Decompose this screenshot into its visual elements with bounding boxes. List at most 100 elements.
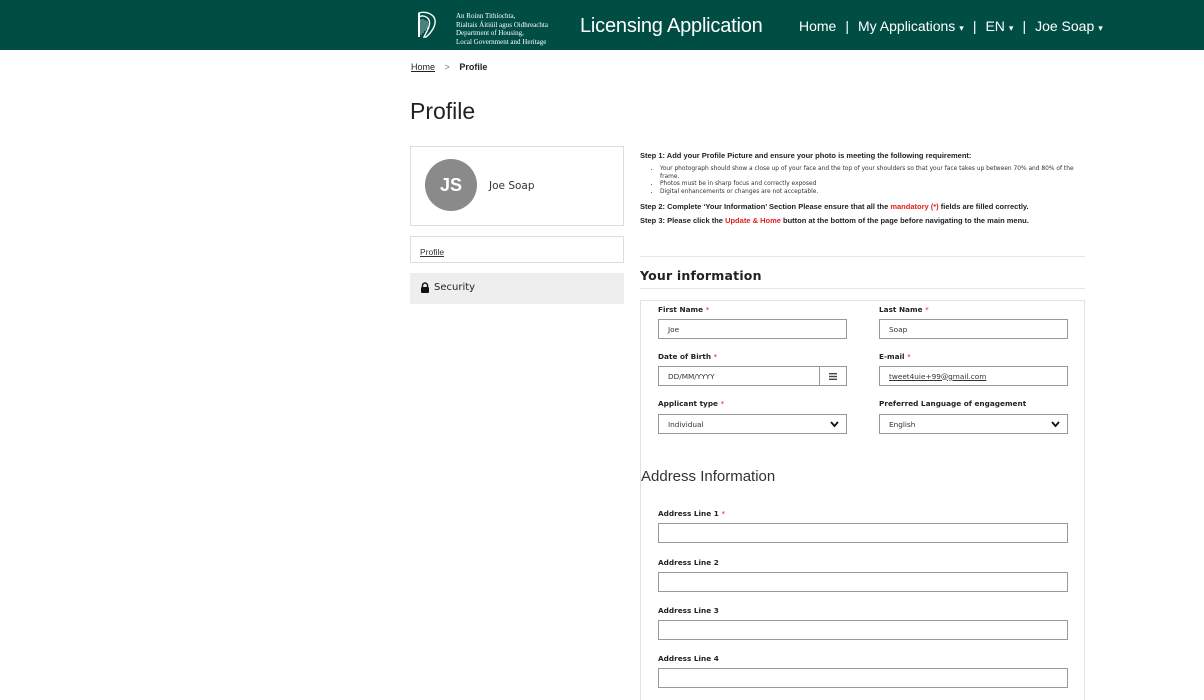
address-information-title: Address Information xyxy=(641,468,776,485)
dept-line-3: Department of Housing, xyxy=(456,29,524,37)
caret-down-icon: ▾ xyxy=(1098,23,1103,33)
applicant-type-select[interactable]: Individual xyxy=(658,414,847,434)
first-name-input[interactable]: Joe xyxy=(658,319,847,339)
required-marker: * xyxy=(713,352,718,361)
step-2-highlight: mandatory (*) xyxy=(890,202,939,211)
list-item: Digital enhancements or changes are not … xyxy=(660,189,1088,197)
nav-separator: | xyxy=(845,18,849,34)
address-line-3-input[interactable] xyxy=(658,620,1068,640)
sidebar-item-label: Security xyxy=(434,282,476,293)
calendar-button[interactable] xyxy=(819,367,846,385)
avatar[interactable]: JS xyxy=(425,159,477,211)
address-line-3-label: Address Line 3 xyxy=(658,606,719,615)
address-line-4-label: Address Line 4 xyxy=(658,654,719,663)
list-item: Your photograph should show a close up o… xyxy=(660,166,1088,181)
harp-logo-icon xyxy=(418,11,436,38)
nav-language-label: EN xyxy=(985,18,1005,34)
first-name-label: First Name * xyxy=(658,305,709,314)
input-value: Soap xyxy=(889,324,908,334)
preferred-language-select[interactable]: English xyxy=(879,414,1068,434)
step-2-text: Step 2: Complete ‘Your Information’ Sect… xyxy=(640,202,1088,212)
main-nav: Home | My Applications ▾ | EN ▾ | Joe Soap… xyxy=(799,18,1103,34)
photo-requirements-list: Your photograph should show a close up o… xyxy=(652,166,1088,196)
label-text: Address Line 4 xyxy=(658,654,719,663)
label-text: Address Line 3 xyxy=(658,606,719,615)
divider xyxy=(640,288,1085,289)
select-value: English xyxy=(889,419,916,429)
nav-home[interactable]: Home xyxy=(799,18,836,34)
nav-separator: | xyxy=(972,18,977,34)
profile-name: Joe Soap xyxy=(489,180,535,192)
chevron-down-icon xyxy=(1051,421,1060,428)
nav-language[interactable]: EN ▾ xyxy=(985,18,1013,34)
address-line-4-input[interactable] xyxy=(658,668,1068,688)
last-name-label: Last Name * xyxy=(879,305,929,314)
calendar-icon xyxy=(829,372,837,380)
email-label: E-mail * xyxy=(879,352,911,361)
step-3-prefix: Step 3: Please click the xyxy=(640,216,723,225)
breadcrumb-home[interactable]: Home xyxy=(411,62,435,72)
email-input[interactable]: tweet4uie+99@gmail.com xyxy=(879,366,1068,386)
caret-down-icon: ▾ xyxy=(959,23,964,33)
dept-line-1: An Roinn Tithíochta, xyxy=(456,12,516,20)
label-text: Address Line 1 xyxy=(658,509,719,518)
nav-separator: | xyxy=(1022,18,1027,34)
nav-my-applications-label: My Applications xyxy=(858,18,956,34)
your-information-title: Your information xyxy=(640,268,762,283)
input-value: Joe xyxy=(668,324,680,334)
step-2-suffix: fields are filled correctly. xyxy=(940,202,1029,211)
list-item: Photos must be in sharp focus and correc… xyxy=(660,181,1088,189)
step-3-suffix: button at the bottom of the page before … xyxy=(783,216,1029,225)
lock-icon xyxy=(421,282,429,293)
label-text: Preferred Language of engagement xyxy=(879,399,1027,408)
dob-input[interactable]: DD/MM/YYYY xyxy=(658,366,847,386)
instructions: Step 1: Add your Profile Picture and ens… xyxy=(640,151,1088,226)
chevron-down-icon xyxy=(830,421,839,428)
breadcrumb-separator: > xyxy=(444,62,450,72)
input-value: tweet4uie+99@gmail.com xyxy=(889,371,987,381)
step-3-text: Step 3: Please click the Update & Home b… xyxy=(640,216,1088,226)
breadcrumb-current: Profile xyxy=(459,62,488,72)
select-value: Individual xyxy=(668,419,704,429)
dob-label: Date of Birth * xyxy=(658,352,717,361)
department-name: An Roinn Tithíochta, Rialtais Áitiúil ag… xyxy=(456,12,548,46)
dept-line-4: Local Government and Heritage xyxy=(456,37,547,46)
step-3-highlight: Update & Home xyxy=(725,216,781,225)
required-marker: * xyxy=(720,399,725,408)
sidebar-item-label: Profile xyxy=(420,247,445,257)
required-marker: * xyxy=(925,305,929,314)
last-name-input[interactable]: Soap xyxy=(879,319,1068,339)
app-title[interactable]: Licensing Application xyxy=(580,15,763,38)
your-information-form: First Name * Joe Last Name * Soap Date o… xyxy=(640,300,1085,700)
label-text: Date of Birth xyxy=(658,352,712,361)
label-text: Applicant type xyxy=(658,399,718,408)
sidebar-item-security[interactable]: Security xyxy=(410,273,624,304)
breadcrumb: Home > Profile xyxy=(411,62,487,72)
page-title: Profile xyxy=(410,98,476,124)
step-1-text: Step 1: Add your Profile Picture and ens… xyxy=(640,151,972,160)
required-marker: * xyxy=(907,352,911,361)
required-marker: * xyxy=(705,305,710,314)
label-text: First Name xyxy=(658,305,704,314)
nav-my-applications[interactable]: My Applications ▾ xyxy=(858,18,964,34)
address-line-1-label: Address Line 1 * xyxy=(658,509,725,518)
top-header-bar: An Roinn Tithíochta, Rialtais Áitiúil ag… xyxy=(0,0,1204,50)
profile-card: JS Joe Soap xyxy=(410,146,624,226)
nav-user-menu[interactable]: Joe Soap ▾ xyxy=(1035,18,1103,34)
address-line-1-input[interactable] xyxy=(658,523,1068,543)
preferred-language-label: Preferred Language of engagement xyxy=(879,399,1026,408)
step-2-prefix: Step 2: Complete ‘Your Information’ Sect… xyxy=(640,202,889,211)
label-text: E-mail xyxy=(879,352,905,361)
nav-user-label: Joe Soap xyxy=(1035,18,1095,34)
address-line-2-label: Address Line 2 xyxy=(658,558,719,567)
header-content: An Roinn Tithíochta, Rialtais Áitiúil ag… xyxy=(410,0,1103,50)
caret-down-icon: ▾ xyxy=(1008,23,1014,33)
applicant-type-label: Applicant type * xyxy=(658,399,724,408)
divider xyxy=(640,256,1085,257)
input-placeholder: DD/MM/YYYY xyxy=(668,371,715,381)
required-marker: * xyxy=(721,509,725,518)
dept-line-2: Rialtais Áitiúil agus Oidhreachta xyxy=(456,20,548,29)
address-line-2-input[interactable] xyxy=(658,572,1068,592)
sidebar-item-profile[interactable]: Profile xyxy=(410,236,624,263)
label-text: Last Name xyxy=(879,305,923,314)
